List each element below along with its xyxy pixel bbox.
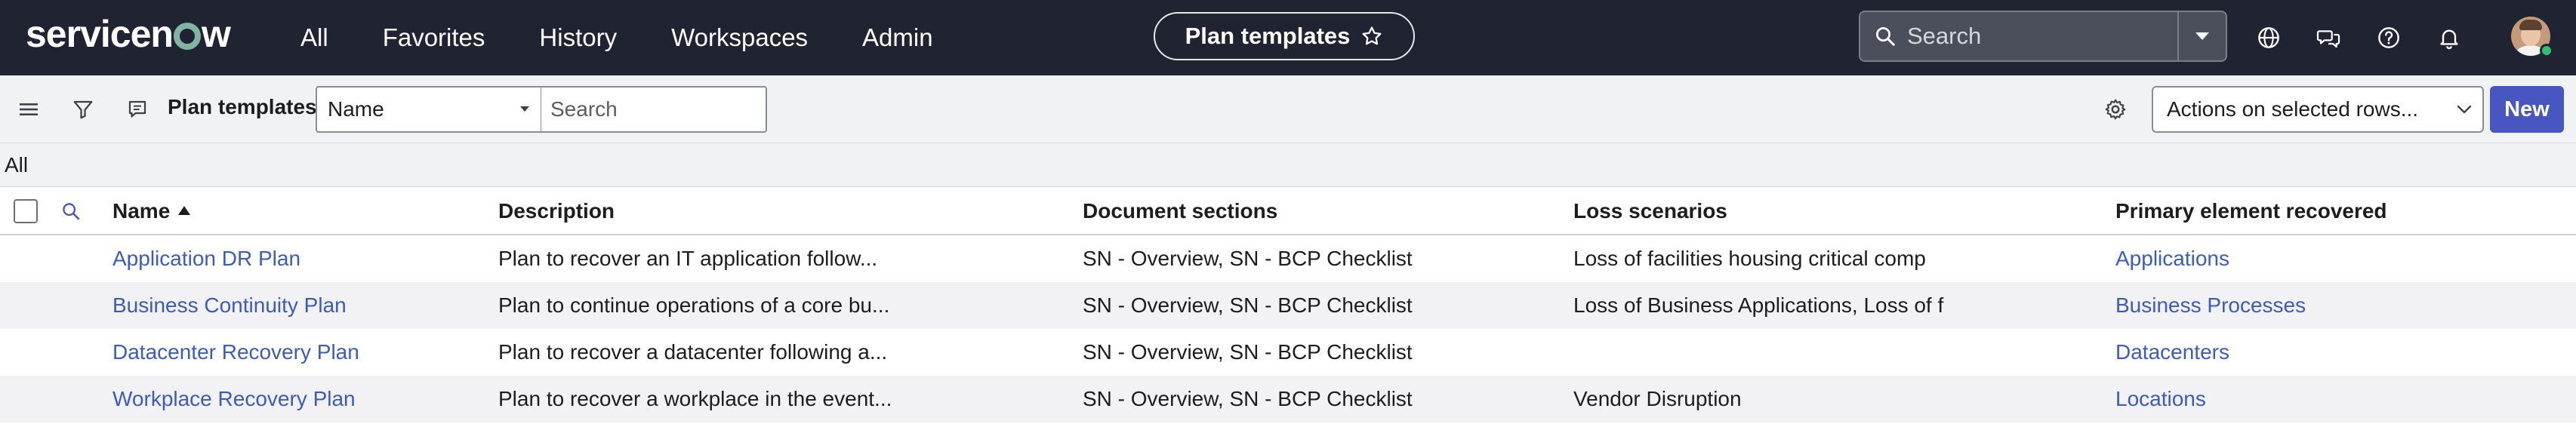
- globe-icon[interactable]: [2254, 23, 2284, 53]
- list-title: Plan templates: [168, 95, 317, 118]
- list-toolbar: Plan templates Name Actions on selected …: [0, 75, 2576, 143]
- context-title-pill[interactable]: Plan templates: [1154, 12, 1415, 60]
- column-header-loss-scenarios[interactable]: Loss scenarios: [1573, 199, 1727, 223]
- table-row: Business Continuity Plan Plan to continu…: [0, 282, 2576, 329]
- row-primary-element-link[interactable]: Datacenters: [2115, 340, 2229, 364]
- help-circle-icon[interactable]: [2374, 23, 2404, 53]
- search-icon: [1874, 25, 1897, 48]
- bell-icon[interactable]: [2434, 23, 2464, 53]
- row-name-link[interactable]: Application DR Plan: [112, 247, 300, 271]
- context-title: Plan templates: [1185, 23, 1351, 49]
- row-primary-element-link[interactable]: Business Processes: [2115, 293, 2306, 318]
- sort-ascending-icon: [177, 197, 191, 221]
- row-loss-scenarios: Loss of facilities housing critical comp: [1573, 247, 1926, 270]
- menu-admin[interactable]: Admin: [862, 23, 933, 52]
- menu-all[interactable]: All: [300, 23, 328, 52]
- column-header-name[interactable]: Name: [112, 199, 191, 223]
- gear-icon[interactable]: [2100, 94, 2131, 124]
- column-header-document-sections[interactable]: Document sections: [1083, 199, 1277, 223]
- row-description: Plan to recover a workplace in the event…: [498, 387, 892, 410]
- actions-select-value: Actions on selected rows...: [2167, 97, 2419, 121]
- chevron-down-icon: [2457, 104, 2472, 115]
- table-row: Application DR Plan Plan to recover an I…: [0, 235, 2576, 282]
- list-context-menu-icon[interactable]: [122, 94, 153, 124]
- global-search-input[interactable]: Search: [1907, 23, 2177, 50]
- list-search-input[interactable]: [541, 86, 767, 133]
- row-loss-scenarios: Vendor Disruption: [1573, 387, 1742, 410]
- row-name-link[interactable]: Workplace Recovery Plan: [112, 387, 356, 411]
- global-search[interactable]: Search: [1859, 11, 2227, 62]
- actions-on-selected-rows-select[interactable]: Actions on selected rows...: [2152, 86, 2484, 133]
- logo-text-end: w: [201, 13, 231, 55]
- table-row: Datacenter Recovery Plan Plan to recover…: [0, 329, 2576, 376]
- search-field-select[interactable]: Name: [316, 86, 542, 133]
- top-navigation-bar: servicen w All Favorites History Workspac…: [0, 0, 2576, 75]
- select-all-checkbox[interactable]: [14, 199, 38, 223]
- servicenow-logo[interactable]: servicen w: [26, 11, 231, 57]
- row-description: Plan to recover an IT application follow…: [498, 247, 878, 270]
- column-header-primary-element-recovered[interactable]: Primary element recovered: [2115, 199, 2387, 223]
- row-name-link[interactable]: Datacenter Recovery Plan: [112, 340, 359, 364]
- main-menu: All Favorites History Workspaces Admin: [300, 0, 988, 75]
- logo-o-mark: [173, 23, 201, 50]
- table-row: Workplace Recovery Plan Plan to recover …: [0, 376, 2576, 422]
- search-icon[interactable]: [59, 199, 83, 223]
- row-primary-element-link[interactable]: Locations: [2115, 387, 2206, 411]
- row-description: Plan to continue operations of a core bu…: [498, 293, 890, 317]
- avatar-hair: [2519, 20, 2542, 30]
- row-name-link[interactable]: Business Continuity Plan: [112, 293, 347, 318]
- table-header: Name Description Document sections Loss …: [0, 187, 2576, 235]
- chevron-down-icon[interactable]: [2179, 11, 2226, 61]
- column-header-name-label: Name: [112, 199, 171, 223]
- plan-templates-table: Name Description Document sections Loss …: [0, 187, 2576, 422]
- breadcrumb: All: [0, 143, 2576, 187]
- menu-workspaces[interactable]: Workspaces: [671, 23, 808, 52]
- row-document-sections: SN - Overview, SN - BCP Checklist: [1083, 387, 1413, 410]
- column-header-description[interactable]: Description: [498, 199, 615, 223]
- presence-status-dot: [2540, 44, 2553, 57]
- filter-icon[interactable]: [68, 94, 98, 124]
- new-button[interactable]: New: [2490, 86, 2564, 133]
- chat-bubbles-icon[interactable]: [2313, 23, 2343, 53]
- row-description: Plan to recover a datacenter following a…: [498, 340, 888, 364]
- row-document-sections: SN - Overview, SN - BCP Checklist: [1083, 340, 1413, 364]
- menu-history[interactable]: History: [539, 23, 617, 52]
- search-field-value: Name: [328, 97, 384, 121]
- row-document-sections: SN - Overview, SN - BCP Checklist: [1083, 293, 1413, 317]
- logo-text: servicen: [26, 13, 174, 55]
- breadcrumb-all[interactable]: All: [5, 153, 28, 177]
- row-document-sections: SN - Overview, SN - BCP Checklist: [1083, 247, 1413, 270]
- hamburger-menu-icon[interactable]: [14, 94, 44, 124]
- caret-down-icon: [519, 106, 530, 113]
- star-outline-icon[interactable]: [1360, 25, 1383, 48]
- row-primary-element-link[interactable]: Applications: [2115, 247, 2229, 271]
- row-loss-scenarios: Loss of Business Applications, Loss of f: [1573, 293, 1944, 317]
- menu-favorites[interactable]: Favorites: [383, 23, 485, 52]
